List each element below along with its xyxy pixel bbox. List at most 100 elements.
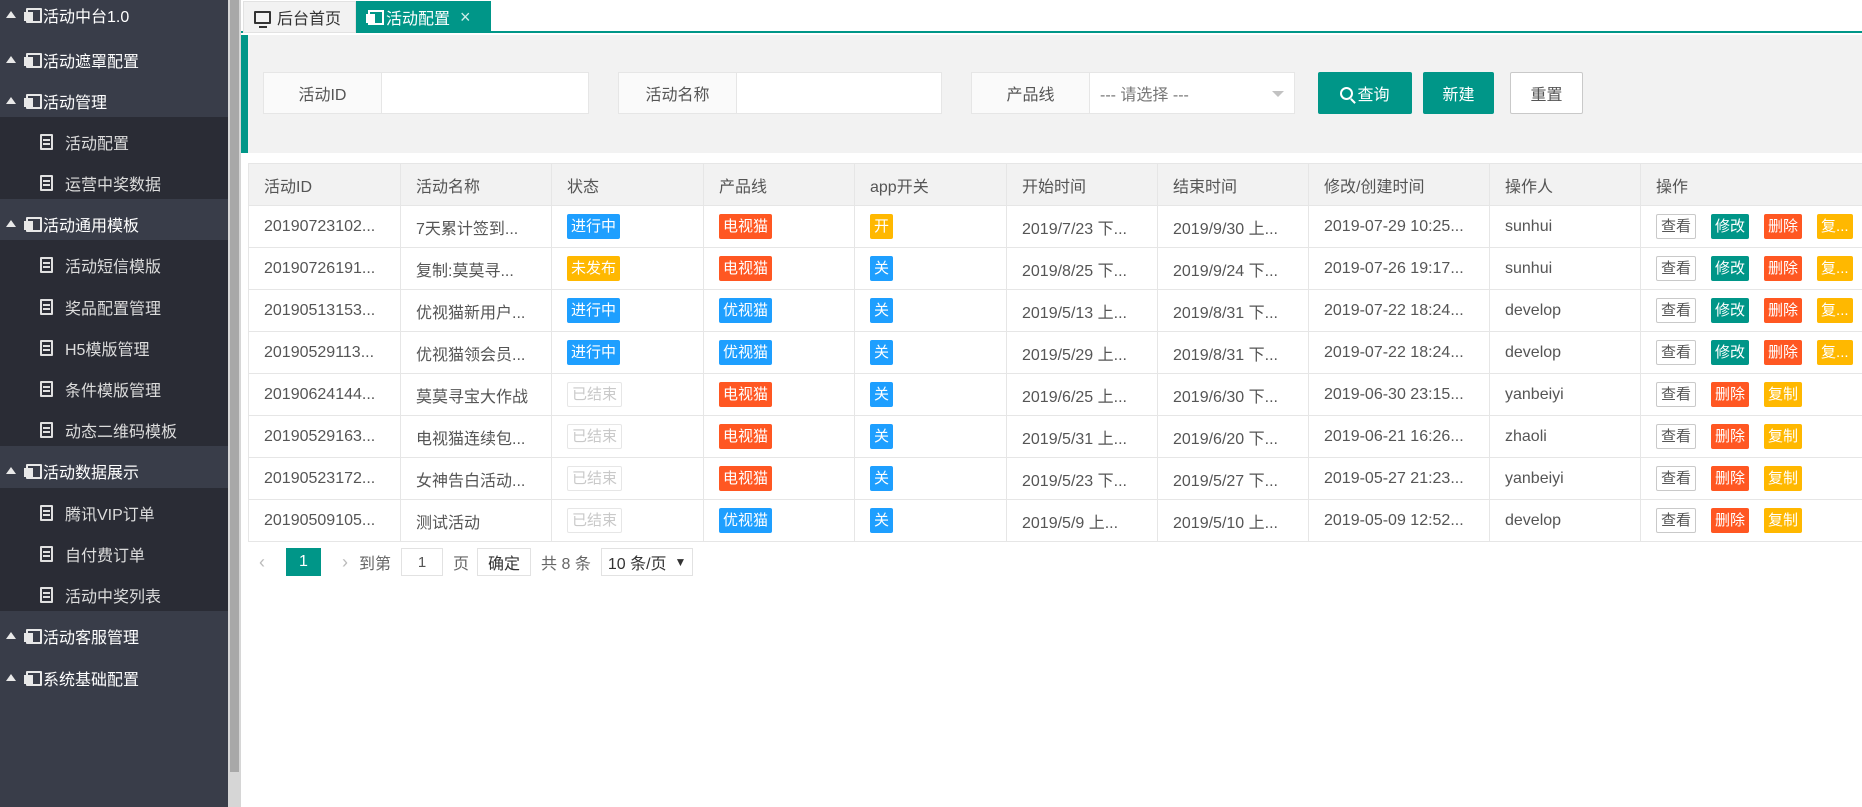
- tab-home[interactable]: 后台首页: [243, 1, 356, 33]
- actions-cell: 查看 删除 复制: [1640, 415, 1862, 458]
- operator-cell: yanbeiyi: [1489, 457, 1641, 500]
- end-time-cell: 2019/9/30 上...: [1157, 205, 1309, 248]
- sidebar-item[interactable]: 系统基础配置: [0, 653, 228, 702]
- copy-button[interactable]: 复制: [1764, 466, 1803, 491]
- document-icon: [40, 545, 53, 562]
- app-switch-badge: 关: [870, 340, 894, 365]
- activity-id-cell: 20190624144...: [248, 373, 401, 416]
- sidebar-item-label: 活动配置: [65, 135, 130, 153]
- column-header: 状态: [551, 163, 704, 206]
- copy-button[interactable]: 复...: [1817, 256, 1853, 281]
- folder-icon: [24, 670, 42, 686]
- edit-button[interactable]: 修改: [1711, 340, 1750, 365]
- status-badge: 已结束: [567, 424, 623, 449]
- accent-bar: [241, 35, 248, 153]
- modified-time-cell: 2019-05-09 12:52...: [1308, 499, 1490, 542]
- app-switch-cell: 关: [854, 499, 1007, 542]
- query-button[interactable]: 查询: [1318, 72, 1412, 114]
- product-line-cell: 优视猫: [703, 289, 855, 332]
- status-badge: 进行中: [567, 214, 621, 239]
- column-header: 结束时间: [1157, 163, 1309, 206]
- start-time-cell: 2019/5/29 上...: [1006, 331, 1158, 374]
- activity-id-label: 活动ID: [263, 72, 381, 114]
- activity-table: 活动ID 活动名称 状态 产品线 app开关 开始时间 结束时间 修改/创建时间 操作人 操作 2…: [248, 163, 1862, 542]
- product-line-cell: 优视猫: [703, 499, 855, 542]
- copy-button[interactable]: 复制: [1764, 424, 1803, 449]
- edit-button[interactable]: 修改: [1711, 256, 1750, 281]
- sidebar-scrollbar[interactable]: [228, 0, 241, 807]
- product-line-selected: --- 请选择 ---: [1100, 87, 1189, 104]
- column-header: 操作: [1640, 163, 1862, 206]
- new-button[interactable]: 新建: [1423, 72, 1494, 114]
- copy-button[interactable]: 复...: [1817, 340, 1853, 365]
- document-icon: [40, 339, 53, 356]
- caret-up-icon: [6, 11, 16, 18]
- delete-button[interactable]: 删除: [1711, 424, 1750, 449]
- app-switch-cell: 关: [854, 415, 1007, 458]
- column-header: 操作人: [1489, 163, 1641, 206]
- view-button[interactable]: 查看: [1656, 508, 1697, 533]
- edit-button[interactable]: 修改: [1711, 214, 1750, 239]
- end-time-cell: 2019/5/27 下...: [1157, 457, 1309, 500]
- actions-cell: 查看 删除 复制: [1640, 373, 1862, 416]
- page-size-select[interactable]: 10 条/页 ▼: [600, 548, 694, 576]
- delete-button[interactable]: 删除: [1711, 466, 1750, 491]
- edit-button[interactable]: 修改: [1711, 298, 1750, 323]
- product-line-select[interactable]: --- 请选择 ---: [1089, 72, 1295, 114]
- product-line-cell: 电视猫: [703, 205, 855, 248]
- column-header: 产品线: [703, 163, 855, 206]
- sidebar-scrollbar-thumb[interactable]: [230, 0, 239, 772]
- folder-icon: [24, 463, 42, 479]
- delete-button[interactable]: 删除: [1711, 382, 1750, 407]
- app-switch-cell: 关: [854, 373, 1007, 416]
- copy-button[interactable]: 复制: [1764, 382, 1803, 407]
- view-button[interactable]: 查看: [1656, 214, 1697, 239]
- column-header: app开关: [854, 163, 1007, 206]
- delete-button[interactable]: 删除: [1711, 508, 1750, 533]
- current-page[interactable]: 1: [286, 548, 321, 576]
- modified-time-cell: 2019-07-26 19:17...: [1308, 247, 1490, 290]
- goto-page-input[interactable]: [401, 548, 444, 576]
- activity-name-input[interactable]: [736, 72, 942, 114]
- sidebar-item-label: 奖品配置管理: [65, 300, 162, 318]
- next-page-button[interactable]: ›: [331, 552, 359, 573]
- activity-name-cell: 测试活动: [400, 499, 552, 542]
- column-header: 开始时间: [1006, 163, 1158, 206]
- product-line-filter: 产品线 --- 请选择 ---: [971, 72, 1295, 114]
- close-icon[interactable]: ×: [460, 7, 471, 28]
- start-time-cell: 2019/5/13 上...: [1006, 289, 1158, 332]
- delete-button[interactable]: 删除: [1764, 256, 1803, 281]
- start-time-cell: 2019/5/9 上...: [1006, 499, 1158, 542]
- copy-button[interactable]: 复制: [1764, 508, 1803, 533]
- product-line-badge: 电视猫: [719, 256, 773, 281]
- actions-cell: 查看 修改 删除 复...: [1640, 289, 1862, 332]
- reset-button[interactable]: 重置: [1510, 72, 1583, 114]
- copy-button[interactable]: 复...: [1817, 214, 1853, 239]
- operator-cell: develop: [1489, 289, 1641, 332]
- product-line-badge: 电视猫: [719, 424, 773, 449]
- caret-up-icon: [6, 97, 16, 104]
- delete-button[interactable]: 删除: [1764, 340, 1803, 365]
- prev-page-button[interactable]: ‹: [248, 552, 276, 573]
- confirm-button[interactable]: 确定: [477, 548, 532, 576]
- product-line-cell: 电视猫: [703, 457, 855, 500]
- copy-button[interactable]: 复...: [1817, 298, 1853, 323]
- view-button[interactable]: 查看: [1656, 382, 1697, 407]
- modified-time-cell: 2019-05-27 21:23...: [1308, 457, 1490, 500]
- sidebar-item-label: H5模版管理: [65, 341, 150, 359]
- sidebar-item[interactable]: 活动中台1.0: [0, 0, 228, 39]
- delete-button[interactable]: 删除: [1764, 298, 1803, 323]
- view-button[interactable]: 查看: [1656, 466, 1697, 491]
- product-line-badge: 优视猫: [719, 340, 773, 365]
- table-row: 20190523172... 女神告白活动... 已结束 电视猫 关 2019/5/23 …: [248, 457, 1862, 500]
- activity-id-cell: 20190529113...: [248, 331, 401, 374]
- view-button[interactable]: 查看: [1656, 256, 1697, 281]
- view-button[interactable]: 查看: [1656, 424, 1697, 449]
- table-row: 20190513153... 优视猫新用户... 进行中 优视猫 关 2019/5/13 …: [248, 289, 1862, 332]
- view-button[interactable]: 查看: [1656, 298, 1697, 323]
- view-button[interactable]: 查看: [1656, 340, 1697, 365]
- delete-button[interactable]: 删除: [1764, 214, 1803, 239]
- activity-id-input[interactable]: [381, 72, 589, 114]
- tab-activity-config[interactable]: 活动配置 ×: [356, 1, 491, 33]
- activity-id-cell: 20190529163...: [248, 415, 401, 458]
